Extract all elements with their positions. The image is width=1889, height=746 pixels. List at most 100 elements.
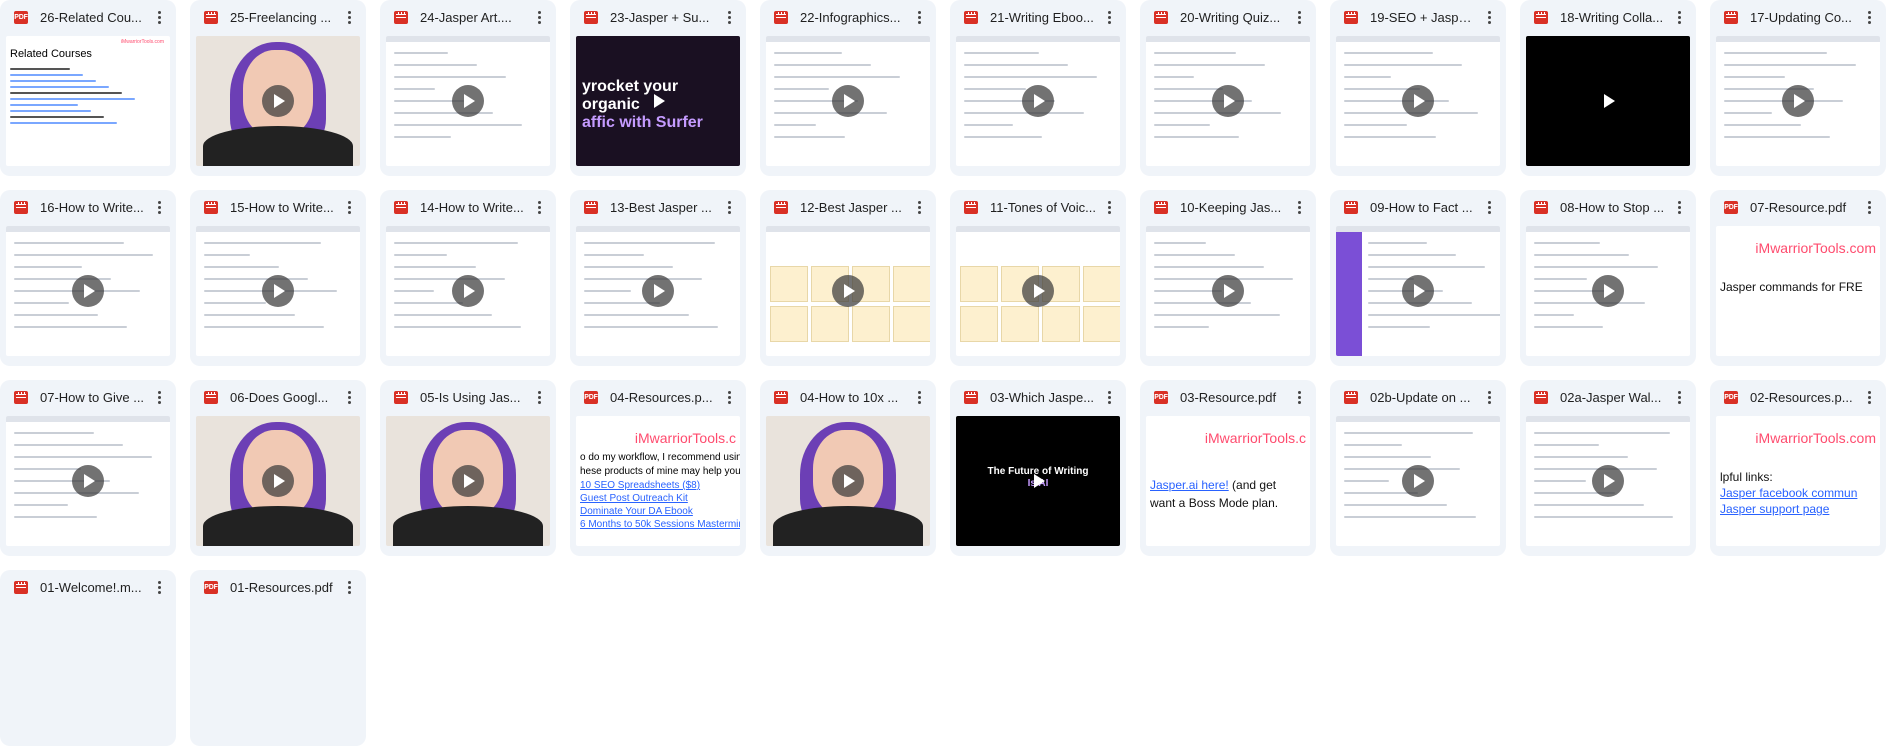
play-icon[interactable] xyxy=(72,465,104,497)
card-header: 22-Infographics... xyxy=(760,0,936,34)
file-card[interactable]: 14-How to Write... xyxy=(380,190,556,366)
play-icon[interactable] xyxy=(1402,465,1434,497)
file-card[interactable]: 25-Freelancing ... xyxy=(190,0,366,176)
play-icon[interactable] xyxy=(262,85,294,117)
more-options-icon[interactable] xyxy=(1670,8,1688,26)
more-options-icon[interactable] xyxy=(150,8,168,26)
file-thumbnail: The Future of Writing Is AI xyxy=(956,416,1120,546)
file-card[interactable]: 07-How to Give ... xyxy=(0,380,176,556)
more-options-icon[interactable] xyxy=(530,388,548,406)
card-header: 17-Updating Co... xyxy=(1710,0,1886,34)
more-options-icon[interactable] xyxy=(150,198,168,216)
more-options-icon[interactable] xyxy=(1480,8,1498,26)
more-options-icon[interactable] xyxy=(340,8,358,26)
file-card[interactable]: PDF 04-Resources.p... iMwarriorTools.c o do… xyxy=(570,380,746,556)
more-options-icon[interactable] xyxy=(1290,388,1308,406)
file-card[interactable]: PDF 01-Resources.pdf xyxy=(190,570,366,746)
file-card[interactable]: 02a-Jasper Wal... xyxy=(1520,380,1696,556)
more-options-icon[interactable] xyxy=(150,388,168,406)
more-options-icon[interactable] xyxy=(910,388,928,406)
file-card[interactable]: 12-Best Jasper ... xyxy=(760,190,936,366)
file-name: 21-Writing Eboo... xyxy=(990,9,1094,25)
file-name: 06-Does Googl... xyxy=(230,389,329,405)
file-card[interactable]: PDF 02-Resources.p... iMwarriorTools.com lp… xyxy=(1710,380,1886,556)
play-icon[interactable] xyxy=(642,275,674,307)
file-name: 04-How to 10x ... xyxy=(800,389,899,405)
text-line xyxy=(204,302,266,304)
file-card[interactable]: 22-Infographics... xyxy=(760,0,936,176)
more-options-icon[interactable] xyxy=(1480,198,1498,216)
file-card[interactable]: 09-How to Fact ... xyxy=(1330,190,1506,366)
browser-bar xyxy=(766,36,930,42)
play-icon[interactable] xyxy=(452,465,484,497)
more-options-icon[interactable] xyxy=(910,8,928,26)
play-icon[interactable] xyxy=(262,275,294,307)
play-icon[interactable] xyxy=(1592,465,1624,497)
play-icon[interactable] xyxy=(262,465,294,497)
file-card[interactable]: 04-How to 10x ... xyxy=(760,380,936,556)
file-card[interactable]: 05-Is Using Jas... xyxy=(380,380,556,556)
play-icon[interactable] xyxy=(642,85,674,117)
more-options-icon[interactable] xyxy=(1290,198,1308,216)
file-card[interactable]: 08-How to Stop ... xyxy=(1520,190,1696,366)
file-card[interactable]: 19-SEO + Jasper... xyxy=(1330,0,1506,176)
more-options-icon[interactable] xyxy=(1670,388,1688,406)
file-card[interactable]: 18-Writing Colla... xyxy=(1520,0,1696,176)
file-name: 01-Welcome!.m... xyxy=(40,579,142,595)
file-card[interactable]: 24-Jasper Art.... xyxy=(380,0,556,176)
file-card[interactable]: PDF 07-Resource.pdf iMwarriorTools.com Jasp… xyxy=(1710,190,1886,366)
more-options-icon[interactable] xyxy=(1480,388,1498,406)
file-card[interactable]: 15-How to Write... xyxy=(190,190,366,366)
pdf-link: Jasper.ai here! xyxy=(1150,478,1229,492)
file-card[interactable]: 17-Updating Co... xyxy=(1710,0,1886,176)
more-options-icon[interactable] xyxy=(1100,8,1118,26)
more-options-icon[interactable] xyxy=(1290,8,1308,26)
play-icon[interactable] xyxy=(1402,275,1434,307)
more-options-icon[interactable] xyxy=(150,578,168,596)
play-icon[interactable] xyxy=(1592,275,1624,307)
play-icon[interactable] xyxy=(1402,85,1434,117)
more-options-icon[interactable] xyxy=(340,198,358,216)
play-icon[interactable] xyxy=(1782,85,1814,117)
play-icon[interactable] xyxy=(1022,275,1054,307)
more-options-icon[interactable] xyxy=(340,388,358,406)
more-options-icon[interactable] xyxy=(720,8,738,26)
file-card[interactable]: PDF 03-Resource.pdf iMwarriorTools.c Jasper… xyxy=(1140,380,1316,556)
more-options-icon[interactable] xyxy=(1860,388,1878,406)
file-card[interactable]: PDF 26-Related Cou... Related Courses iMwar… xyxy=(0,0,176,176)
file-card[interactable]: 02b-Update on ... xyxy=(1330,380,1506,556)
more-options-icon[interactable] xyxy=(1100,388,1118,406)
play-icon[interactable] xyxy=(1022,85,1054,117)
play-icon[interactable] xyxy=(452,85,484,117)
file-card[interactable]: 16-How to Write... xyxy=(0,190,176,366)
more-options-icon[interactable] xyxy=(530,198,548,216)
play-icon[interactable] xyxy=(832,275,864,307)
play-icon[interactable] xyxy=(1022,465,1054,497)
file-card[interactable]: 11-Tones of Voic... xyxy=(950,190,1126,366)
file-card[interactable]: 10-Keeping Jas... xyxy=(1140,190,1316,366)
play-icon[interactable] xyxy=(1212,85,1244,117)
more-options-icon[interactable] xyxy=(720,198,738,216)
file-card[interactable]: 01-Welcome!.m... xyxy=(0,570,176,746)
file-card[interactable]: 06-Does Googl... xyxy=(190,380,366,556)
file-card[interactable]: 20-Writing Quiz... xyxy=(1140,0,1316,176)
more-options-icon[interactable] xyxy=(530,8,548,26)
file-card[interactable]: 21-Writing Eboo... xyxy=(950,0,1126,176)
play-icon[interactable] xyxy=(832,465,864,497)
file-card[interactable]: 03-Which Jaspe... The Future of Writing Is… xyxy=(950,380,1126,556)
play-icon[interactable] xyxy=(832,85,864,117)
more-options-icon[interactable] xyxy=(1860,198,1878,216)
more-options-icon[interactable] xyxy=(1860,8,1878,26)
more-options-icon[interactable] xyxy=(910,198,928,216)
play-icon[interactable] xyxy=(452,275,484,307)
play-icon[interactable] xyxy=(1212,275,1244,307)
file-card[interactable]: 23-Jasper + Su... yrocket your organic aff… xyxy=(570,0,746,176)
more-options-icon[interactable] xyxy=(720,388,738,406)
more-options-icon[interactable] xyxy=(340,578,358,596)
more-options-icon[interactable] xyxy=(1670,198,1688,216)
more-options-icon[interactable] xyxy=(1100,198,1118,216)
file-card[interactable]: 13-Best Jasper ... xyxy=(570,190,746,366)
play-icon[interactable] xyxy=(72,275,104,307)
card-header: 01-Welcome!.m... xyxy=(0,570,176,604)
play-icon[interactable] xyxy=(1592,85,1624,117)
